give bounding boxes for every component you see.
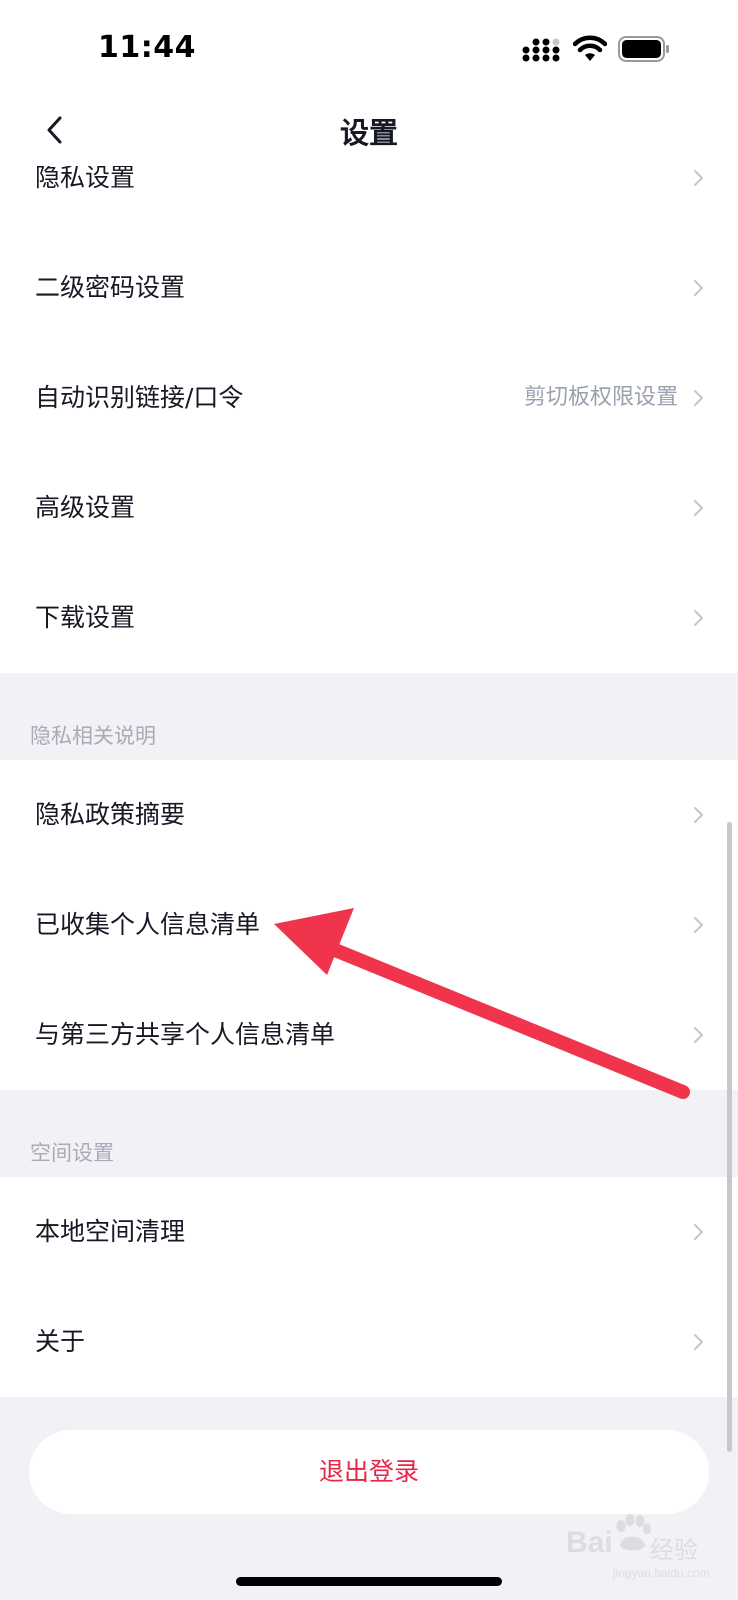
chevron-right-icon <box>694 280 703 296</box>
row-label: 隐私设置 <box>35 166 136 192</box>
settings-group-space: 本地空间清理 关于 <box>0 1177 738 1397</box>
row-label: 关于 <box>35 1327 86 1356</box>
settings-scroll: 隐私设置 二级密码设置 自动识别链接/口令 剪切板权限设置 高级设置 下载设置 <box>0 166 738 1397</box>
navigation-bar: 设置 <box>0 100 738 166</box>
battery-icon <box>618 36 669 62</box>
cellular-signal-icon <box>522 38 560 62</box>
scrollbar[interactable] <box>727 822 732 1452</box>
status-bar: 11:44 <box>0 0 738 100</box>
section-title: 隐私相关说明 <box>30 724 156 748</box>
page-title: 设置 <box>339 116 398 150</box>
watermark-url: jingyan.baidu.com <box>613 1566 710 1580</box>
watermark-brand: Bai <box>566 1526 613 1559</box>
settings-row-third-party-sharing-list[interactable]: 与第三方共享个人信息清单 <box>0 980 738 1090</box>
settings-content[interactable]: 隐私设置 二级密码设置 自动识别链接/口令 剪切板权限设置 高级设置 下载设置 <box>0 166 738 1600</box>
settings-group-general: 隐私设置 二级密码设置 自动识别链接/口令 剪切板权限设置 高级设置 下载设置 <box>0 166 738 673</box>
status-time: 11:44 <box>98 30 196 65</box>
chevron-right-icon <box>694 1334 703 1350</box>
clipboard-permission-hint: 剪切板权限设置 <box>523 385 678 410</box>
settings-row-collected-info-list[interactable]: 已收集个人信息清单 <box>0 870 738 980</box>
settings-row-download[interactable]: 下载设置 <box>0 563 738 673</box>
wifi-icon <box>573 35 607 61</box>
row-label: 已收集个人信息清单 <box>35 910 261 939</box>
chevron-right-icon <box>694 807 703 823</box>
settings-group-privacy: 隐私政策摘要 已收集个人信息清单 与第三方共享个人信息清单 <box>0 760 738 1090</box>
row-label: 本地空间清理 <box>35 1217 186 1246</box>
settings-row-auto-link[interactable]: 自动识别链接/口令 剪切板权限设置 <box>0 343 738 453</box>
settings-row-local-space-cleanup[interactable]: 本地空间清理 <box>0 1177 738 1287</box>
settings-row-about[interactable]: 关于 <box>0 1287 738 1397</box>
section-header-privacy: 隐私相关说明 <box>0 673 738 760</box>
settings-row-second-password[interactable]: 二级密码设置 <box>0 233 738 343</box>
row-label: 二级密码设置 <box>35 273 186 302</box>
section-header-space: 空间设置 <box>0 1090 738 1177</box>
chevron-right-icon <box>694 1224 703 1240</box>
logout-button[interactable]: 退出登录 <box>29 1430 709 1514</box>
settings-row-advanced[interactable]: 高级设置 <box>0 453 738 563</box>
chevron-right-icon <box>694 610 703 626</box>
row-label: 隐私政策摘要 <box>35 800 186 829</box>
chevron-right-icon <box>694 390 703 406</box>
baidu-paw-icon <box>616 1514 651 1551</box>
watermark-cn: 经验 <box>650 1536 698 1564</box>
row-label: 自动识别链接/口令 <box>35 383 244 412</box>
chevron-right-icon <box>694 170 703 186</box>
row-label: 与第三方共享个人信息清单 <box>35 1020 336 1049</box>
chevron-right-icon <box>694 1027 703 1043</box>
home-indicator[interactable] <box>236 1577 502 1586</box>
chevron-right-icon <box>694 500 703 516</box>
section-title: 空间设置 <box>30 1141 114 1165</box>
settings-row-privacy-policy-summary[interactable]: 隐私政策摘要 <box>0 760 738 870</box>
chevron-right-icon <box>694 917 703 933</box>
settings-row-privacy[interactable]: 隐私设置 <box>0 166 738 233</box>
row-label: 高级设置 <box>35 493 136 522</box>
row-label: 下载设置 <box>35 603 136 632</box>
